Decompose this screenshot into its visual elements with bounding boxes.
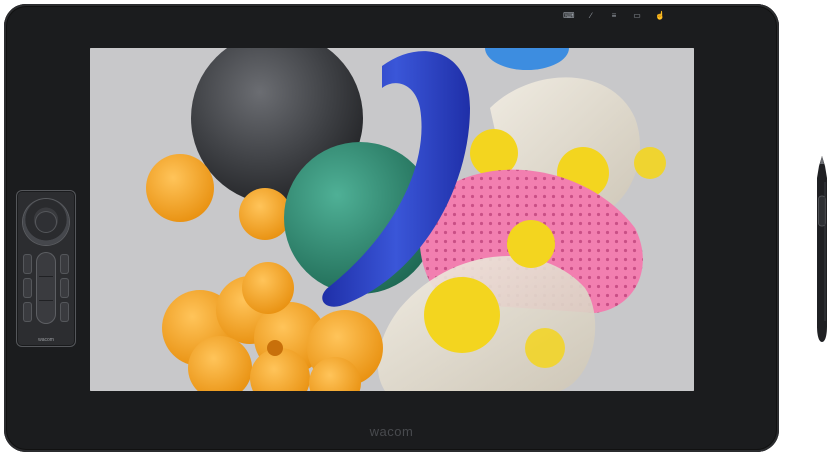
touch-ring-center-button[interactable]	[36, 212, 56, 232]
display-screen[interactable]	[90, 48, 694, 391]
pen-side-switch	[818, 195, 826, 227]
express-key-left-3[interactable]	[23, 302, 32, 322]
expresskey-remote: wacom	[16, 190, 76, 347]
express-key-left-1[interactable]	[23, 254, 32, 274]
remote-brand-label: wacom	[38, 337, 54, 343]
keyboard-icon[interactable]: ⌨	[563, 12, 575, 20]
screen-artwork	[90, 48, 694, 391]
pen-display-tablet: ⌨ ∕ ≡ ▭ ☝ wacom wacom	[4, 4, 779, 452]
express-key-left-2[interactable]	[23, 278, 32, 298]
orange-sphere-small	[239, 188, 291, 240]
pen-settings-icon[interactable]: ∕	[586, 12, 596, 20]
brand-logo: wacom	[369, 424, 414, 439]
express-key-center-rocker[interactable]	[36, 252, 56, 324]
stylus-pen[interactable]	[812, 156, 832, 342]
top-button-row: ⌨ ∕ ≡ ▭ ☝	[563, 12, 665, 20]
express-key-right-3[interactable]	[60, 302, 69, 322]
orange-sphere-left	[146, 154, 214, 222]
menu-icon[interactable]: ≡	[609, 12, 619, 20]
touch-icon[interactable]: ☝	[655, 12, 665, 20]
touch-ring-dial[interactable]	[23, 199, 69, 245]
express-key-right-1[interactable]	[60, 254, 69, 274]
express-key-right-2[interactable]	[60, 278, 69, 298]
display-icon[interactable]: ▭	[632, 12, 642, 20]
